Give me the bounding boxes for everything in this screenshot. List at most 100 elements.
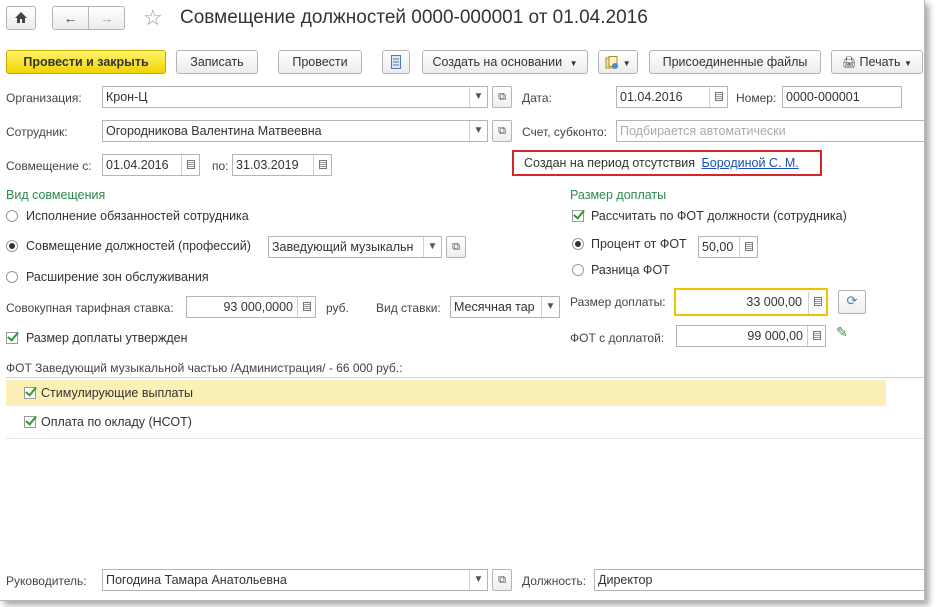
row-checkbox[interactable]: [24, 416, 36, 428]
employee-open-button[interactable]: ⧉: [492, 120, 512, 142]
position-label: Должность:: [522, 574, 587, 588]
number-field[interactable]: 0000-000001: [782, 86, 902, 108]
printer-icon: 🖨: [842, 57, 857, 69]
absence-text: Создан на период отсутствия: [524, 156, 696, 170]
employee-value: Огородникова Валентина Матвеевна: [106, 124, 322, 138]
org-open-button[interactable]: ⧉: [492, 86, 512, 108]
favorite-star-icon[interactable]: ☆: [143, 5, 163, 31]
calc-fot-label: Рассчитать по ФОТ должности (сотрудника): [591, 209, 847, 223]
dropdown-arrow-icon[interactable]: ▼: [469, 87, 487, 107]
open-icon: ⧉: [498, 574, 506, 586]
head-open-button[interactable]: ⧉: [492, 569, 512, 591]
calendar-icon[interactable]: [709, 87, 727, 107]
dropdown-arrow-icon: ▼: [622, 59, 631, 68]
related-docs-button[interactable]: ▼: [598, 50, 638, 74]
dropdown-arrow-icon[interactable]: ▼: [469, 570, 487, 590]
combo-to-label: по:: [212, 159, 229, 173]
open-icon: ⧉: [498, 91, 506, 103]
rate-field[interactable]: 93 000,0000: [186, 296, 316, 318]
fot-with-value: 99 000,00: [747, 329, 803, 343]
row-divider: [6, 438, 924, 439]
radio-duties[interactable]: [6, 210, 18, 222]
amount-field[interactable]: 33 000,00: [674, 288, 828, 316]
percent-value: 50,00: [702, 240, 734, 254]
forward-button[interactable]: →: [88, 6, 125, 30]
edit-pencil-icon[interactable]: ✎: [836, 324, 848, 341]
home-button[interactable]: [6, 6, 36, 30]
employee-field[interactable]: Огородникова Валентина Матвеевна ▼: [102, 120, 488, 142]
combo-to-field[interactable]: 31.03.2019: [232, 154, 332, 176]
radio-combination-label: Совмещение должностей (профессий): [26, 239, 251, 253]
fot-with-field[interactable]: 99 000,00: [676, 325, 826, 347]
calculator-icon[interactable]: [739, 237, 757, 257]
dropdown-arrow-icon[interactable]: ▼: [469, 121, 487, 141]
percent-field[interactable]: 50,00: [698, 236, 758, 258]
absence-notice: Создан на период отсутствия Бородиной С.…: [512, 150, 822, 176]
head-label: Руководитель:: [6, 574, 87, 588]
absence-employee-link[interactable]: Бородиной С. М.: [702, 156, 799, 170]
calendar-icon[interactable]: [313, 155, 331, 175]
radio-diff-label: Разница ФОТ: [591, 263, 670, 277]
create-based-label: Создать на основании: [432, 55, 563, 69]
approved-label: Размер доплаты утвержден: [26, 331, 188, 345]
post-button[interactable]: Провести: [278, 50, 362, 74]
head-position-field[interactable]: Директор: [594, 569, 924, 591]
dropdown-arrow-icon[interactable]: ▼: [423, 237, 441, 257]
page-title: Совмещение должностей 0000-000001 от 01.…: [180, 7, 648, 28]
date-value: 01.04.2016: [620, 90, 683, 104]
radio-combination[interactable]: [6, 240, 18, 252]
post-and-close-button[interactable]: Провести и закрыть: [6, 50, 166, 74]
org-value: Крон-Ц: [106, 90, 148, 104]
calculator-icon[interactable]: [807, 326, 825, 346]
date-field[interactable]: 01.04.2016: [616, 86, 728, 108]
fot-with-label: ФОТ с доплатой:: [570, 331, 665, 345]
combo-from-label: Совмещение с:: [6, 159, 92, 173]
org-field[interactable]: Крон-Ц ▼: [102, 86, 488, 108]
amount-value: 33 000,00: [746, 295, 802, 309]
create-based-button[interactable]: Создать на основании ▼: [422, 50, 588, 74]
document-window: ← → ☆ Совмещение должностей 0000-000001 …: [0, 0, 925, 601]
attached-files-button[interactable]: Присоединенные файлы: [649, 50, 821, 74]
approved-checkbox[interactable]: [6, 332, 18, 344]
print-button[interactable]: 🖨 Печать ▼: [831, 50, 923, 74]
dropdown-arrow-icon: ▼: [569, 59, 578, 68]
account-field[interactable]: Подбирается автоматически: [616, 120, 924, 142]
open-icon: ⧉: [498, 125, 506, 137]
dropdown-arrow-icon: ▼: [903, 59, 912, 68]
position-value: Заведующий музыкальн: [272, 240, 414, 254]
combo-type-title: Вид совмещения: [6, 188, 106, 202]
org-label: Организация:: [6, 91, 82, 105]
save-button[interactable]: Записать: [176, 50, 258, 74]
radio-percent[interactable]: [572, 238, 584, 250]
row-checkbox[interactable]: [24, 387, 36, 399]
documents-icon: [605, 55, 619, 69]
rate-kind-label: Вид ставки:: [376, 301, 441, 315]
account-label: Счет, субконто:: [522, 125, 607, 139]
dropdown-arrow-icon[interactable]: ▼: [541, 297, 559, 317]
radio-duties-label: Исполнение обязанностей сотрудника: [26, 209, 249, 223]
back-button[interactable]: ←: [52, 6, 89, 30]
position-field[interactable]: Заведующий музыкальн ▼: [268, 236, 442, 258]
calculator-icon[interactable]: [297, 297, 315, 317]
row-label: Стимулирующие выплаты: [41, 386, 193, 400]
refresh-button[interactable]: ⟳: [838, 290, 866, 314]
rate-kind-field[interactable]: Месячная тар ▼: [450, 296, 560, 318]
home-icon: [15, 12, 27, 23]
radio-zones-label: Расширение зон обслуживания: [26, 270, 209, 284]
calc-fot-checkbox[interactable]: [572, 210, 584, 222]
report-button[interactable]: [382, 50, 410, 74]
rate-value: 93 000,0000: [223, 300, 293, 314]
combo-from-field[interactable]: 01.04.2016: [102, 154, 200, 176]
radio-diff[interactable]: [572, 264, 584, 276]
combo-to-value: 31.03.2019: [236, 158, 299, 172]
radio-zones[interactable]: [6, 271, 18, 283]
head-field[interactable]: Погодина Тамара Анатольевна ▼: [102, 569, 488, 591]
calendar-icon[interactable]: [181, 155, 199, 175]
arrow-right-icon: →: [99, 10, 114, 26]
refresh-icon: ⟳: [846, 293, 858, 308]
print-label: Печать: [859, 55, 901, 69]
calculator-icon[interactable]: [808, 292, 826, 314]
head-value: Погодина Тамара Анатольевна: [106, 573, 287, 587]
position-open-button[interactable]: ⧉: [446, 236, 466, 258]
arrow-left-icon: ←: [63, 10, 78, 26]
